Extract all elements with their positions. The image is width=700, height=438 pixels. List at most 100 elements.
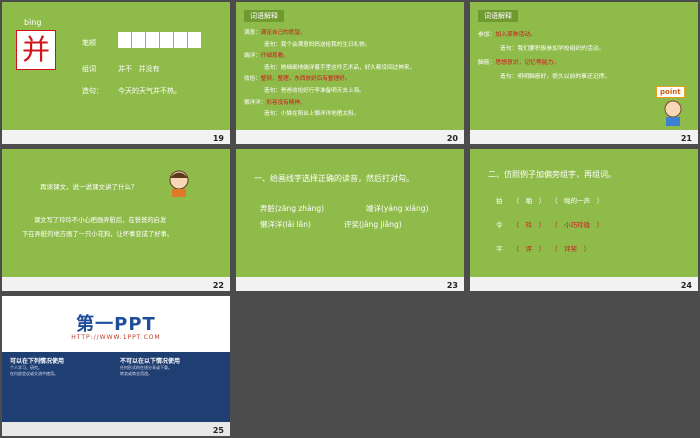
slide-19[interactable]: bìng 并 笔顺 组词 并不 并没有 造句： 今天的天气并不热。 19: [2, 2, 230, 144]
definition-list: 满意：满足自己的愿望。 造句：我个会满意妈妈送给我的生日礼物。 端详：仔细观看。…: [244, 28, 460, 121]
footer-bar: 25: [2, 422, 230, 436]
term: 满意：: [244, 30, 261, 36]
example-line: 造句：我个会满意妈妈送给我的生日礼物。: [244, 40, 460, 52]
item-reading: (zāng zhàng): [275, 204, 325, 213]
summary-line-1: 课文写了玲玲不小心把画弄脏后，在爸爸的启发: [34, 217, 167, 224]
reading-item: 端详(yáng xiáng): [366, 203, 428, 214]
reading-item: 弄脏(zāng zhàng): [260, 203, 324, 214]
sentence-label: 造句：: [82, 87, 103, 95]
slide-24[interactable]: 二、仿照例子加偏旁组字，再组词。 拍 （ 啪 ） （ 啪的一声 ） 令 （ 玲 …: [470, 149, 698, 291]
new-word: （ 啪的一声 ）: [551, 197, 604, 205]
reading-item: 懒洋洋(lǎi lǎn): [260, 219, 311, 230]
definition-line: 满意：满足自己的愿望。: [244, 28, 460, 40]
example-line: 造句：小猫在阳台上懒洋洋地晒太阳。: [244, 109, 460, 121]
footer-bar: 19: [2, 130, 230, 144]
term: 参加：: [478, 32, 496, 38]
new-char: （ 玲 ）: [512, 221, 546, 229]
definition: 加入某种活动。: [495, 32, 536, 38]
point-sign: point: [656, 86, 685, 98]
instruction: 一、给画线字选择正确的读音，然后打对勾。: [254, 174, 414, 183]
example-line: 造句：爸爸收拾好行李准备明天去上海。: [244, 86, 460, 98]
character: 并: [21, 33, 50, 66]
item-reading: (lǎi lǎn): [282, 220, 311, 229]
stroke-cell: [174, 32, 187, 48]
stroke-cell: [132, 32, 145, 48]
term: 懒洋洋：: [244, 99, 267, 106]
new-word: （ 小巧玲珑 ）: [551, 221, 604, 229]
example: 造句：我个会满意妈妈送给我的生日礼物。: [264, 41, 371, 48]
page-number: 21: [680, 134, 692, 143]
page-number: 20: [446, 134, 458, 143]
word-row: 拍 （ 啪 ） （ 啪的一声 ）: [496, 195, 603, 205]
base-char: 令: [496, 221, 503, 229]
stroke-cell: [146, 32, 159, 48]
instruction: 二、仿照例子加偏旁组字，再组词。: [488, 170, 616, 179]
example-line: 造句：明明脑筋好，很久以前的事还记得。: [478, 70, 658, 84]
item-word: 评奖: [344, 220, 359, 229]
summary-line-2: 下在弄脏的地方画了一只小花狗，让坏事变成了好事。: [22, 231, 174, 238]
item-word: 端详: [366, 204, 381, 213]
page-number: 19: [212, 134, 224, 143]
definition-line: 端详：仔细观看。: [244, 51, 460, 63]
footer-bar: 22: [2, 277, 230, 291]
section-tag: 词语解释: [478, 10, 518, 22]
definition: 形容没有精神、: [266, 99, 306, 106]
footer-bar: 21: [470, 130, 698, 144]
character-box: 并: [16, 30, 56, 70]
item-reading: (yáng xiáng): [381, 204, 429, 213]
definition-line: 收拾：整顿，整理。东西放好后有整理好。: [244, 74, 460, 86]
base-char: 拍: [496, 197, 503, 205]
stroke-order-strip: [118, 32, 201, 48]
page-number: 24: [680, 281, 692, 290]
example: 造句：她细细地端详着手里这件艺术品，好久都没回过神来。: [264, 64, 416, 71]
reading-item: 评奖(jǎng jiǎng): [344, 219, 402, 230]
cartoon-kid-icon: [664, 100, 682, 126]
stroke-cell: [188, 32, 201, 48]
slide-22[interactable]: 再读课文，说一说课文讲了什么？ 课文写了玲玲不小心把画弄脏后，在爸爸的启发 下在…: [2, 149, 230, 291]
can-line: 在内部会议或交流中使用。: [10, 371, 58, 376]
words: 并不 并没有: [118, 65, 160, 73]
cartoon-girl-icon: [169, 170, 189, 197]
term: 脑筋：: [478, 60, 496, 66]
term: 收拾：: [244, 76, 261, 83]
footer-bar: 20: [236, 130, 464, 144]
definition: 满足自己的愿望。: [260, 30, 306, 36]
new-char: （ 啪 ）: [512, 197, 546, 205]
example: 造句：小猫在阳台上懒洋洋地晒太阳。: [264, 111, 360, 118]
info-band: 可以在下列情况使用 个人学习、研究。 在内部会议或交流中使用。 不可以在以下情况…: [2, 352, 230, 422]
definition: 整顿，整理。东西放好后有整理好。: [260, 76, 351, 83]
example: 造句：爸爸收拾好行李准备明天去上海。: [264, 87, 365, 94]
item-word: 懒洋洋: [260, 220, 283, 229]
item-reading: (jǎng jiǎng): [359, 220, 402, 229]
slide-21[interactable]: 词语解释 参加：加入某种活动。 造句：我们要积极参加学校组织的活动。 脑筋：思想…: [470, 2, 698, 144]
definition: 仔细观看。: [260, 53, 289, 60]
cannot-line: 转卖或商业用途。: [120, 371, 152, 376]
word-row: 平 （ 评 ） （ 评奖 ）: [496, 243, 590, 253]
logo: 第一PPT: [76, 314, 156, 335]
new-char: （ 评 ）: [512, 245, 546, 253]
stroke-label: 笔顺: [82, 39, 96, 47]
example: 造句：明明脑筋好，很久以前的事还记得。: [500, 74, 611, 80]
term: 端详：: [244, 53, 261, 60]
item-word: 弄脏: [260, 204, 275, 213]
page-number: 25: [212, 426, 224, 435]
slide-20[interactable]: 词语解释 满意：满足自己的愿望。 造句：我个会满意妈妈送给我的生日礼物。 端详：…: [236, 2, 464, 144]
example-line: 造句：我们要积极参加学校组织的活动。: [478, 42, 658, 56]
base-char: 平: [496, 245, 503, 253]
definition-list: 参加：加入某种活动。 造句：我们要积极参加学校组织的活动。 脑筋：思想意识，记忆…: [478, 28, 658, 84]
pinyin: bìng: [24, 18, 42, 27]
definition: 思想意识，记忆等能力。: [495, 60, 560, 66]
example-line: 造句：她细细地端详着手里这件艺术品，好久都没回过神来。: [244, 63, 460, 75]
site-url: HTTP://WWW.1PPT.COM: [71, 334, 161, 341]
slide-23[interactable]: 一、给画线字选择正确的读音，然后打对勾。 弄脏(zāng zhàng) 端详(y…: [236, 149, 464, 291]
section-tag: 词语解释: [244, 10, 284, 22]
definition-line: 参加：加入某种活动。: [478, 28, 658, 42]
footer-bar: 23: [236, 277, 464, 291]
example: 造句：我们要积极参加学校组织的活动。: [500, 46, 605, 52]
question: 再读课文，说一说课文讲了什么？: [40, 183, 138, 191]
definition-line: 懒洋洋：形容没有精神、: [244, 98, 460, 110]
stroke-cell: [160, 32, 173, 48]
new-word: （ 评奖 ）: [551, 245, 591, 253]
word-row: 令 （ 玲 ） （ 小巧玲珑 ）: [496, 219, 603, 229]
slide-25[interactable]: 第一PPT HTTP://WWW.1PPT.COM 可以在下列情况使用 个人学习…: [2, 296, 230, 436]
